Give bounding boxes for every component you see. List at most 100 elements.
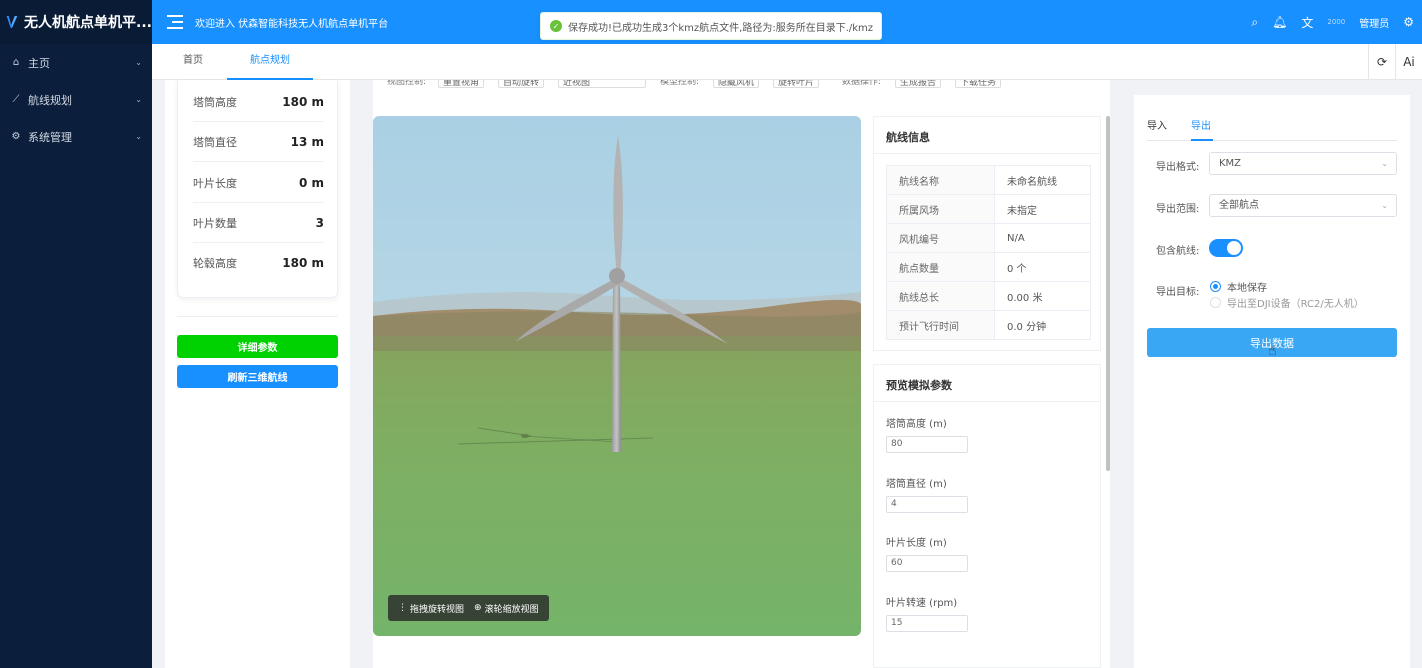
info-key: 风机编号 (886, 223, 995, 253)
tab-export[interactable]: 导出 (1191, 117, 1211, 132)
divider (177, 316, 338, 317)
param-row: 叶片数量 3 (193, 203, 324, 243)
preview-field-label: 塔筒高度 (m) (886, 419, 947, 430)
param-value: 13 m (290, 134, 324, 149)
chart-line-icon: ⟋ (12, 94, 20, 105)
table-row: 预计飞行时间 0.0 分钟 (886, 310, 1091, 340)
export-range-value: 全部航点 (1219, 200, 1259, 211)
radio-local-save[interactable]: 本地保存 (1210, 279, 1267, 294)
hide-turbine-button[interactable]: 隐藏风机 (713, 80, 760, 88)
param-value: 0 m (298, 175, 324, 190)
active-tab-indicator (1191, 139, 1213, 141)
data-ops-label: 数据操作: (842, 80, 882, 87)
bell-icon[interactable]: 🔔︎ (1272, 15, 1287, 29)
radio-label: 导出至DJI设备（RC2/无人机） (1227, 299, 1364, 310)
translate-icon[interactable]: 文 (1301, 14, 1313, 31)
download-task-button[interactable]: 下载任务 (955, 80, 1002, 88)
sidebar-item-label: 主页 (28, 56, 50, 70)
logo-icon (6, 15, 18, 29)
preview-field-label: 塔筒直径 (m) (886, 479, 947, 490)
info-key: 航点数量 (886, 252, 995, 282)
divider (1147, 140, 1397, 141)
tower-diameter-input[interactable]: 4 (886, 496, 968, 513)
tabs-tools: ⟳ Ai (1368, 44, 1422, 80)
chevron-down-icon: ⌄ (1381, 201, 1388, 210)
view-hint-bar: ⋮ 拖拽旋转视图 ⊕ 滚轮缩放视图 (388, 595, 549, 621)
home-icon: ⌂ (12, 57, 20, 68)
info-value: 0.00 米 (994, 281, 1091, 311)
route-info-title: 航线信息 (886, 131, 930, 144)
param-label: 塔筒高度 (193, 95, 237, 109)
ai-button[interactable]: Ai (1395, 44, 1422, 80)
turbine-params-panel: 塔筒高度 180 m 塔筒直径 13 m 叶片长度 0 m 叶片数量 3 轮毂高… (165, 80, 350, 668)
info-value: 0 个 (994, 252, 1091, 282)
check-circle-icon: ✓ (550, 20, 562, 32)
tower-height-input[interactable]: 80 (886, 436, 968, 453)
settings-icon[interactable]: ⚙ (1403, 15, 1414, 29)
tab-waypoint-planning[interactable]: 航点规划 (227, 44, 313, 80)
info-value: 0.0 分钟 (994, 310, 1091, 340)
info-value: N/A (994, 223, 1091, 253)
table-row: 风机编号 N/A (886, 223, 1091, 253)
param-row: 叶片长度 0 m (193, 163, 324, 203)
admin-name[interactable]: 管理员 (1359, 15, 1389, 30)
sidebar-item-route-planning[interactable]: ⟋ 航线规划 ⌄ (0, 81, 152, 118)
radio-dot (1210, 297, 1221, 308)
chevron-down-icon: ⌄ (1381, 159, 1388, 168)
param-row: 塔筒直径 13 m (193, 122, 324, 162)
radio-dji-device[interactable]: 导出至DJI设备（RC2/无人机） (1210, 295, 1364, 310)
drag-hint-text: 拖拽旋转视图 (410, 604, 465, 615)
rotate-blades-button[interactable]: 旋转叶片 (773, 80, 820, 88)
radio-dot (1210, 281, 1221, 292)
blade-speed-input[interactable]: 15 (886, 615, 968, 632)
scroll-zoom-hint: ⊕ 滚轮缩放视图 (474, 602, 539, 615)
export-target-label: 导出目标: (1156, 287, 1200, 298)
drag-icon: ⋮ (398, 603, 407, 613)
sidebar-item-system[interactable]: ⚙ 系统管理 ⌄ (0, 118, 152, 155)
param-row: 轮毂高度 180 m (193, 243, 324, 283)
refresh-3d-route-button[interactable]: 刷新三维航线 (177, 365, 338, 388)
chevron-down-icon: ⌄ (135, 132, 142, 141)
table-row: 航线总长 0.00 米 (886, 281, 1091, 311)
reset-view-button[interactable]: 重置视角 (438, 80, 485, 88)
zoom-icon: ⊕ (474, 603, 482, 613)
sidebar-item-home[interactable]: ⌂ 主页 ⌄ (0, 44, 152, 81)
export-format-label: 导出格式: (1156, 162, 1200, 173)
param-value: 180 m (282, 94, 324, 109)
avatar[interactable]: 2000 (1327, 18, 1345, 26)
param-value: 180 m (282, 256, 324, 270)
param-card: 塔筒高度 180 m 塔筒直径 13 m 叶片长度 0 m 叶片数量 3 轮毂高… (177, 80, 338, 298)
table-row: 航线名称 未命名航线 (886, 165, 1091, 195)
logo-row[interactable]: 无人机航点单机平... (0, 0, 152, 44)
view-select[interactable]: 近视图 (558, 80, 646, 88)
detail-params-button[interactable]: 详细参数 (177, 335, 338, 358)
refresh-icon[interactable]: ⟳ (1368, 44, 1395, 80)
radio-label: 本地保存 (1227, 283, 1267, 294)
info-value: 未指定 (994, 194, 1091, 224)
divider (874, 153, 1100, 154)
include-route-toggle[interactable] (1209, 239, 1243, 257)
export-range-select[interactable]: 全部航点 ⌄ (1209, 194, 1397, 217)
param-label: 轮毂高度 (193, 257, 237, 270)
tab-home[interactable]: 首页 (183, 44, 203, 80)
info-value: 未命名航线 (994, 165, 1091, 195)
import-export-panel: 导入 导出 导出格式: KMZ ⌄ 导出范围: 全部航点 ⌄ 包含航线: 导出目… (1134, 95, 1410, 668)
gear-icon: ⚙ (11, 131, 21, 142)
menu-toggle-icon[interactable] (167, 15, 183, 29)
sidebar-item-label: 系统管理 (28, 130, 72, 144)
blade-length-input[interactable]: 60 (886, 555, 968, 572)
route-info-table: 航线名称 未命名航线 所属风场 未指定 风机编号 N/A 航点数量 0 个 航线总长 0.… (886, 165, 1091, 340)
3d-viewport[interactable]: ⋮ 拖拽旋转视图 ⊕ 滚轮缩放视图 (373, 116, 861, 636)
search-icon[interactable]: ⌕ (1251, 15, 1258, 30)
scrollbar[interactable] (1106, 116, 1110, 471)
center-workspace: 视图控制: 重置视角 自动旋转 近视图 模型控制: 隐藏风机 旋转叶片 数据操作… (373, 80, 1110, 668)
scroll-hint-text: 滚轮缩放视图 (484, 604, 539, 615)
preview-field-label: 叶片转速 (rpm) (886, 598, 958, 609)
sidebar: 无人机航点单机平... ⌂ 主页 ⌄ ⟋ 航线规划 ⌄ ⚙ 系统管理 ⌄ (0, 0, 152, 668)
param-label: 塔筒直径 (193, 135, 237, 149)
auto-rotate-button[interactable]: 自动旋转 (498, 80, 545, 88)
tab-import[interactable]: 导入 (1147, 117, 1167, 132)
generate-report-button[interactable]: 生成报告 (895, 80, 942, 88)
export-format-select[interactable]: KMZ ⌄ (1209, 152, 1397, 175)
info-key: 所属风场 (886, 194, 995, 224)
